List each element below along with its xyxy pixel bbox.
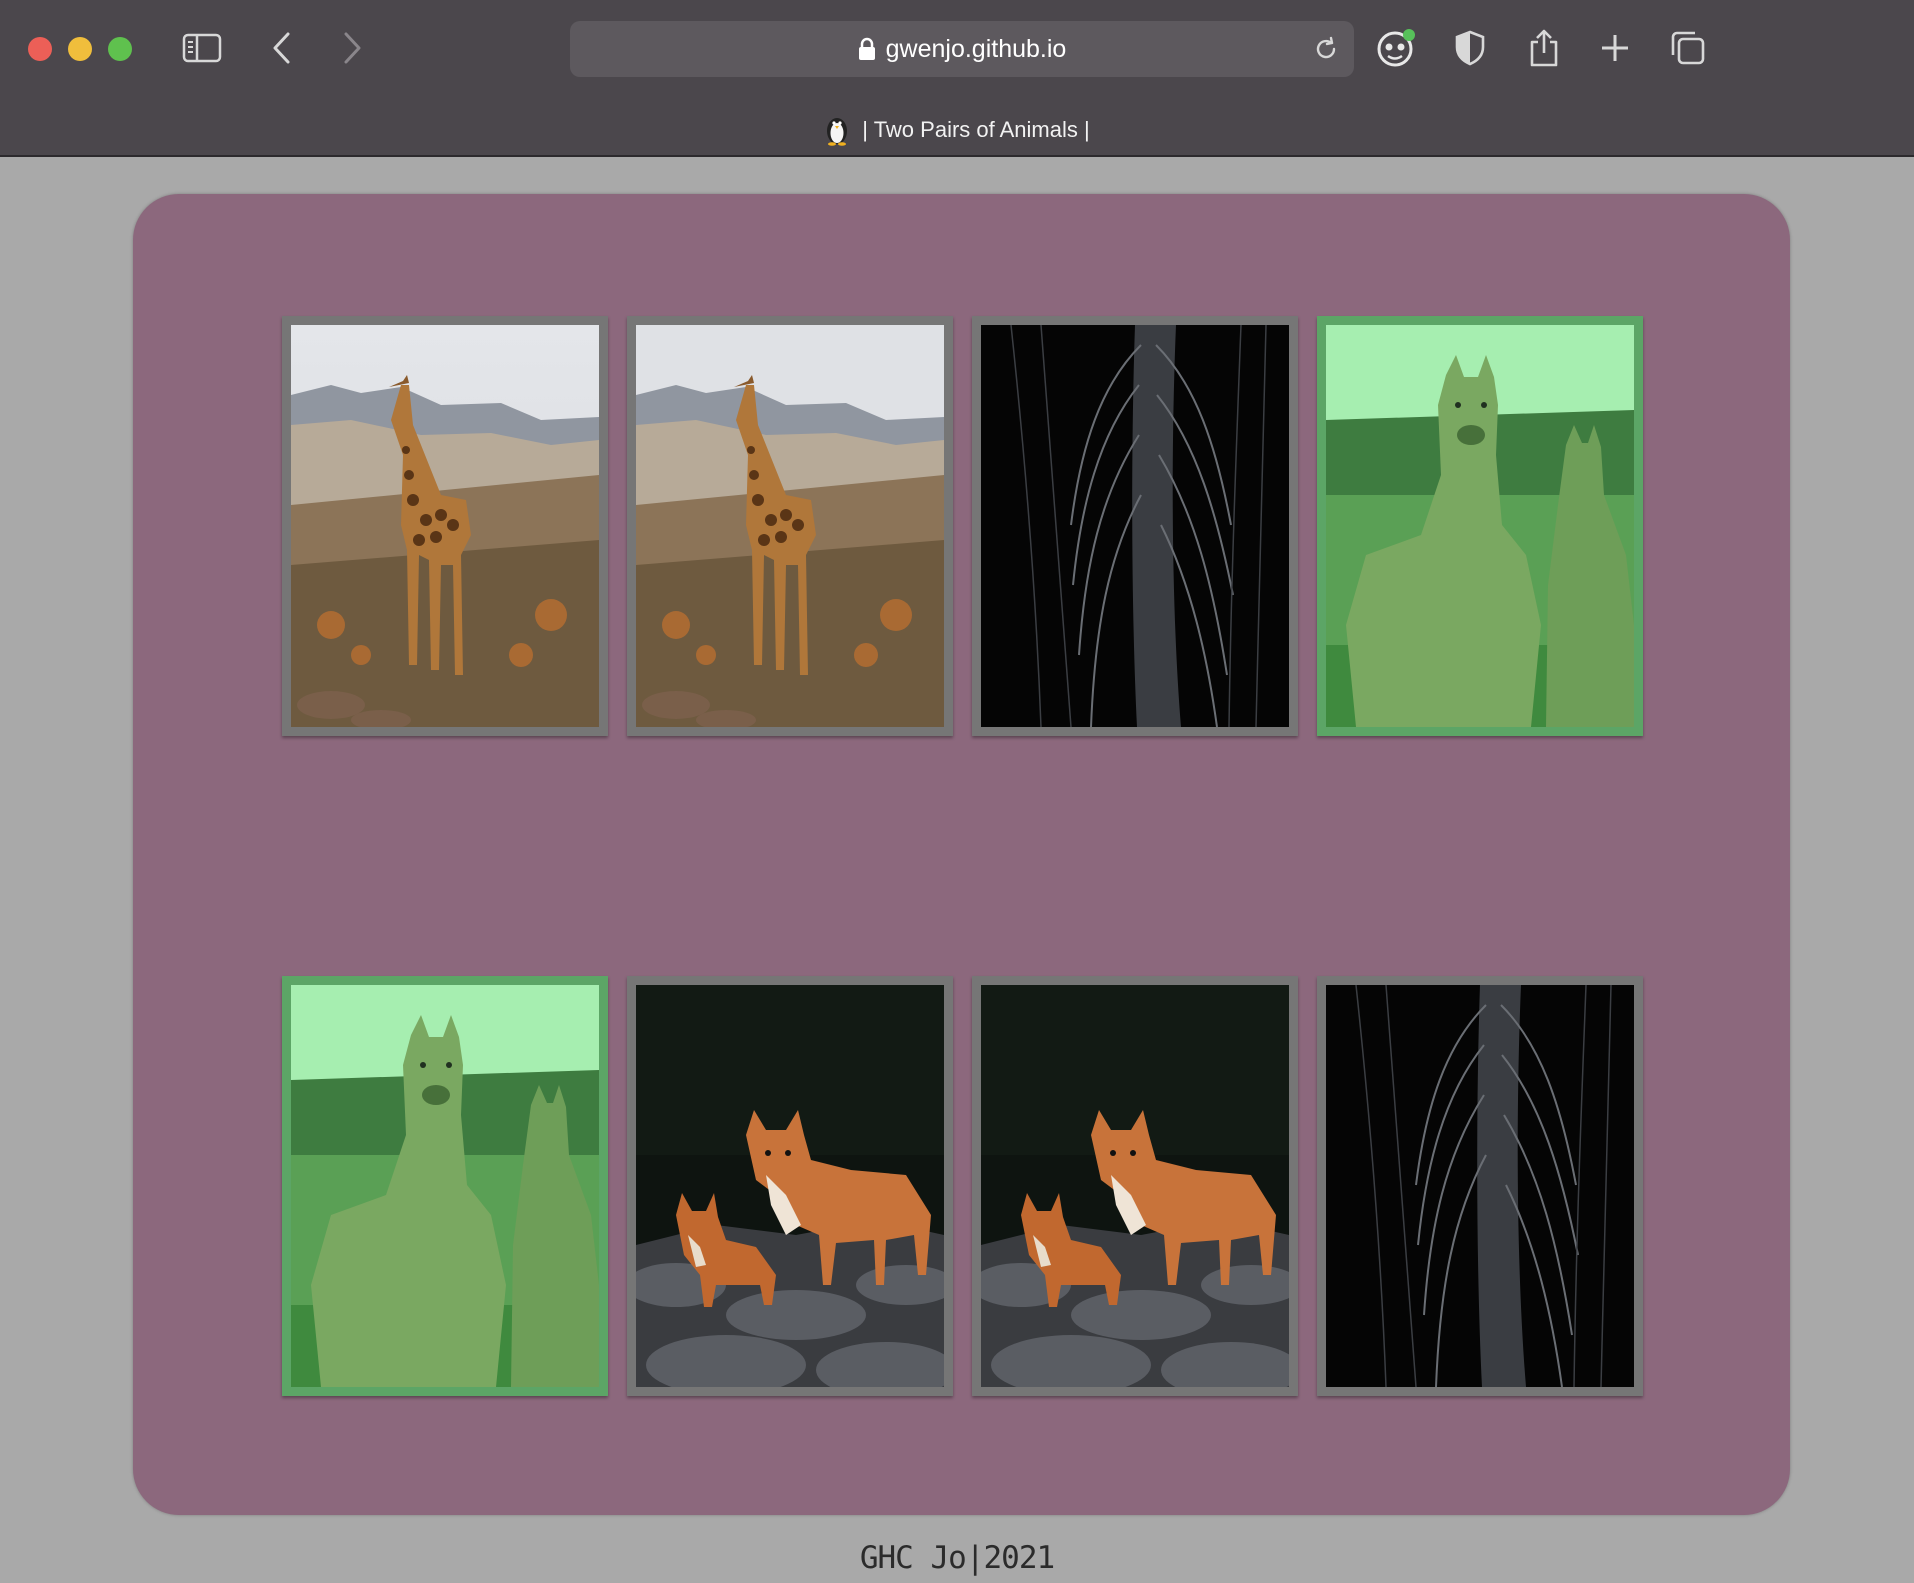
new-tab-icon[interactable] — [1593, 28, 1637, 68]
tabs-overview-icon[interactable] — [1666, 28, 1710, 68]
alpaca-image — [291, 985, 599, 1387]
footer-credit: GHC Jo|2021 — [859, 1540, 1055, 1576]
url-text: gwenjo.github.io — [885, 34, 1067, 63]
feather-image — [1326, 985, 1634, 1387]
card-alpaca-matched[interactable] — [282, 976, 608, 1396]
close-window-button[interactable] — [28, 37, 52, 61]
forward-icon[interactable] — [330, 28, 374, 68]
reload-icon[interactable] — [1312, 35, 1340, 63]
minimize-window-button[interactable] — [68, 37, 92, 61]
zoom-window-button[interactable] — [108, 37, 132, 61]
fox-image — [636, 985, 944, 1387]
card-fox[interactable] — [972, 976, 1298, 1396]
alpaca-image — [1326, 325, 1634, 727]
card-fox[interactable] — [627, 976, 953, 1396]
card-giraffe[interactable] — [282, 316, 608, 736]
card-face-down[interactable] — [972, 316, 1298, 736]
feather-image — [981, 325, 1289, 727]
back-icon[interactable] — [260, 28, 304, 68]
penguin-icon — [827, 118, 848, 146]
card-face-down[interactable] — [1317, 976, 1643, 1396]
active-tab[interactable]: | Two Pairs of Animals | — [0, 108, 1914, 152]
card-giraffe[interactable] — [627, 316, 953, 736]
card-alpaca-matched[interactable] — [1317, 316, 1643, 736]
browser-toolbar: gwenjo.github.io | Two Pairs of Animals … — [0, 0, 1914, 157]
fox-image — [981, 985, 1289, 1387]
game-board — [133, 194, 1790, 1515]
share-icon[interactable] — [1522, 28, 1566, 68]
address-bar[interactable]: gwenjo.github.io — [570, 21, 1354, 77]
sidebar-icon[interactable] — [180, 28, 224, 68]
extension-icon[interactable] — [1374, 28, 1418, 68]
giraffe-image — [291, 325, 599, 727]
giraffe-image — [636, 325, 944, 727]
tab-title: | Two Pairs of Animals | — [862, 117, 1090, 142]
shield-icon[interactable] — [1448, 28, 1492, 68]
lock-icon — [858, 37, 876, 61]
